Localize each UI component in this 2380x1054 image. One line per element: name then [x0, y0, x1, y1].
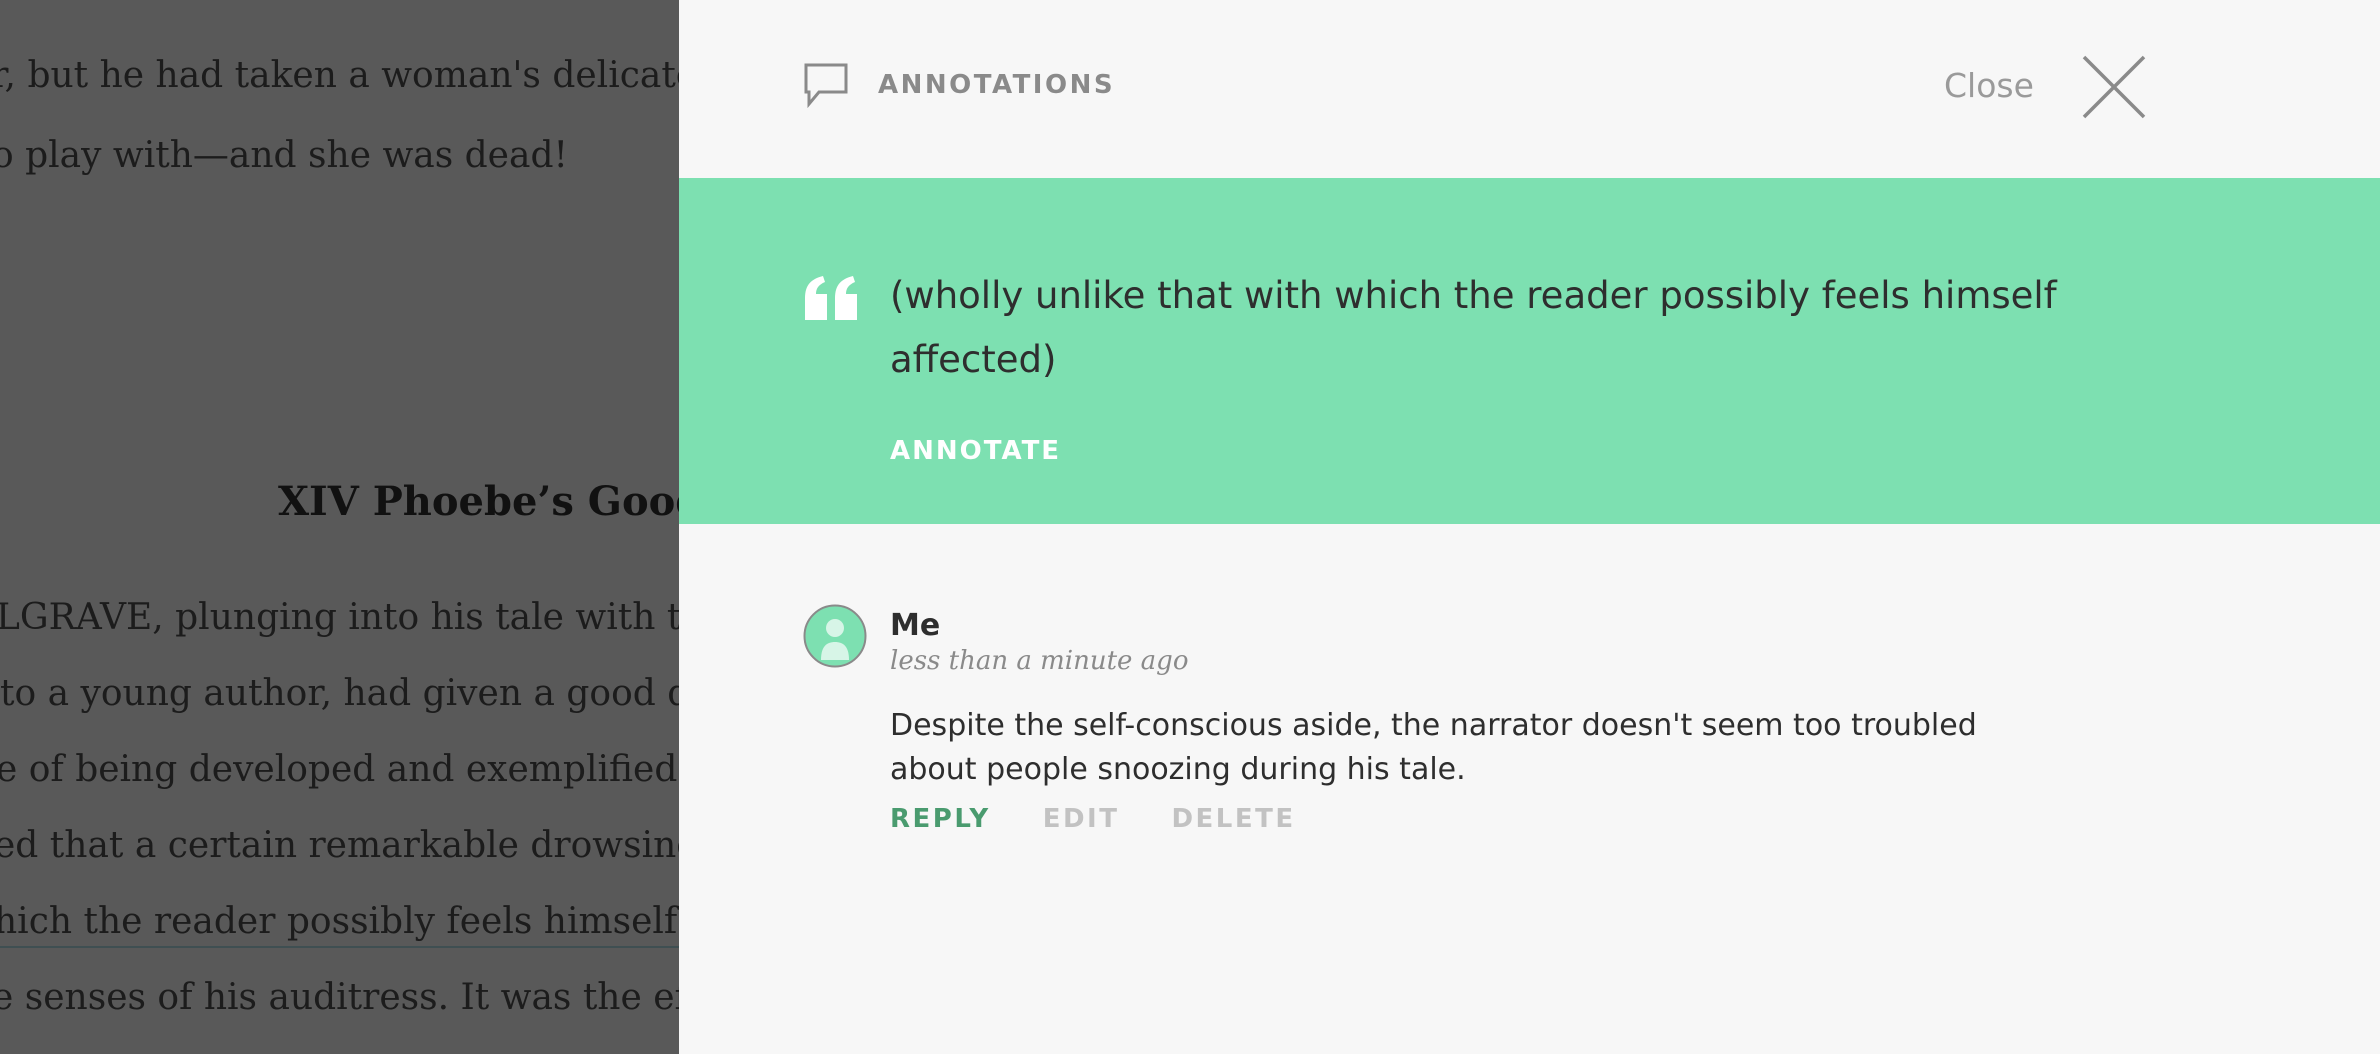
reader-text-line: ed that a certain remarkable drowsiness	[0, 825, 679, 866]
reader-text-line: to a young author, had given a good deal	[0, 673, 679, 714]
highlight-quote-section: (wholly unlike that with which the reade…	[679, 178, 2380, 524]
user-avatar-icon	[803, 604, 867, 668]
close-button[interactable]: Close	[1944, 66, 2034, 105]
highlighted-quote-text: (wholly unlike that with which the reade…	[890, 274, 2057, 381]
comment-author: Me	[890, 608, 941, 643]
speech-bubble-icon	[804, 63, 848, 108]
comment-actions: REPLY EDIT DELETE	[890, 804, 1296, 834]
close-icon[interactable]	[2081, 54, 2147, 120]
comment-timestamp: less than a minute ago	[890, 646, 1189, 676]
annotations-panel: ANNOTATIONS Close (wholly unlike that wi…	[679, 0, 2380, 1054]
reader-text-line: er, but he had taken a woman's delicate	[0, 55, 679, 96]
reader-text-line: e of being developed and exemplified in …	[0, 749, 679, 790]
panel-title: ANNOTATIONS	[878, 70, 1116, 100]
reader-text-line: LGRAVE, plunging into his tale with the	[0, 597, 679, 638]
panel-header: ANNOTATIONS Close	[679, 0, 2380, 178]
comment-body: Despite the self-conscious aside, the na…	[890, 708, 1977, 787]
chapter-heading: XIV Phoebe’s Good-bye	[278, 478, 679, 525]
reader-background: er, but he had taken a woman's delicate …	[0, 0, 679, 1054]
edit-button[interactable]: EDIT	[1043, 804, 1120, 834]
reply-button[interactable]: REPLY	[890, 804, 991, 834]
reader-text-line: e senses of his auditress. It was the ef…	[0, 977, 679, 1018]
delete-button[interactable]: DELETE	[1171, 804, 1295, 834]
highlighted-text-line[interactable]: hich the reader possibly feels himself	[0, 904, 677, 940]
highlight-underline	[0, 946, 679, 948]
annotate-button[interactable]: ANNOTATE	[890, 436, 1061, 466]
reader-text-line: o play with—and she was dead!	[0, 135, 568, 176]
quote-mark-icon	[805, 276, 857, 320]
